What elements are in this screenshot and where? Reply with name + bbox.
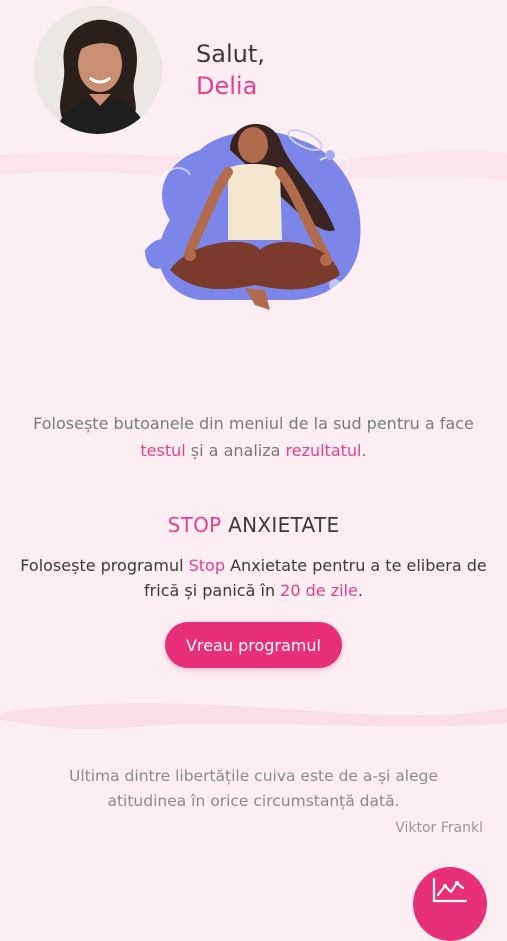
result-link[interactable]: rezultatul	[286, 441, 362, 460]
program-desc-highlight-stop: Stop	[188, 556, 225, 575]
quote-author: Viktor Frankl	[395, 820, 483, 836]
stats-fab[interactable]	[413, 867, 487, 941]
chart-line-icon	[432, 877, 468, 903]
program-title-highlight: STOP	[167, 513, 222, 537]
greeting-user-name: Delia	[196, 72, 258, 100]
program-description: Folosește programul Stop Anxietate pentr…	[18, 553, 489, 603]
test-link[interactable]: testul	[140, 441, 185, 460]
greeting: Salut, Delia	[196, 38, 265, 102]
program-desc-highlight-days: 20 de zile	[280, 581, 358, 600]
intro-part2: și a analiza	[185, 441, 286, 460]
meditation-illustration	[145, 123, 361, 310]
intro-text: Folosește butoanele din meniul de la sud…	[20, 410, 487, 464]
want-program-button[interactable]: Vreau programul	[165, 622, 342, 668]
quote-text: Ultima dintre libertățile cuiva este de …	[68, 767, 438, 810]
intro-part1: Folosește butoanele din meniul de la sud…	[33, 414, 474, 433]
program-title: STOP ANXIETATE	[0, 513, 507, 537]
program-desc-part3: .	[357, 581, 363, 600]
greeting-hello: Salut,	[196, 40, 265, 68]
intro-part3: .	[361, 441, 367, 460]
program-title-rest: ANXIETATE	[221, 513, 340, 537]
program-desc-part1: Folosește programul	[20, 556, 189, 575]
background-wave-bottom	[0, 703, 507, 729]
